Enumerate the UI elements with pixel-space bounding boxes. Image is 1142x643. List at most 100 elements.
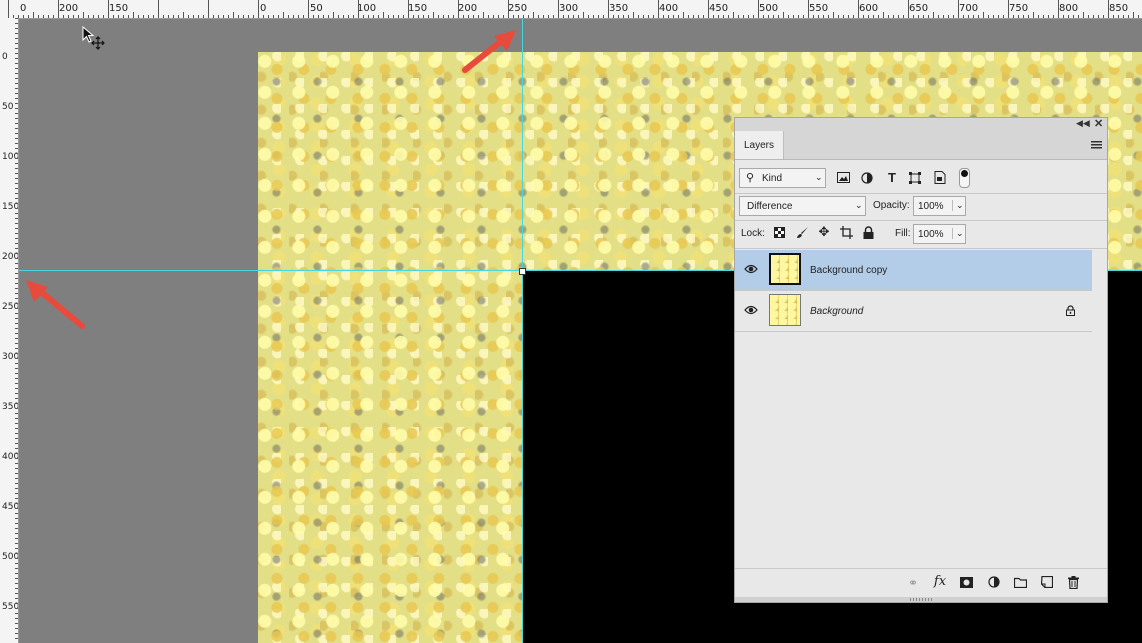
filter-kind-label: Kind [762,173,783,184]
ruler-tick [188,15,189,18]
trash-delete-layer-icon[interactable] [1068,576,1079,589]
ruler-tick [703,15,704,18]
layer-thumbnail[interactable] [769,253,801,285]
ruler-tick [15,188,18,189]
ruler-tick [15,213,18,214]
ruler-label: 700 [959,3,979,14]
new-layer-icon[interactable] [1041,576,1053,588]
add-mask-icon[interactable] [960,577,973,588]
ruler-tick [138,15,139,18]
ruler-tick [15,353,18,354]
ruler-tick [403,15,404,18]
ruler-tick [15,288,18,289]
eye-visibility-icon[interactable] [744,263,758,275]
ruler-tick [263,15,264,18]
tab-layers[interactable]: Layers [735,131,784,159]
ruler-tick [1103,15,1104,18]
adjustment-layer-icon[interactable] [988,576,1000,588]
layer-thumbnail[interactable] [769,294,801,326]
link-layers-icon[interactable]: ⚭ [905,576,921,590]
ruler-tick [113,15,114,18]
lock-transparent-pixels-icon[interactable] [774,227,785,238]
ruler-tick [963,15,964,18]
ruler-tick [15,633,18,634]
ruler-tick [15,628,18,629]
ruler-tick [673,15,674,18]
ruler-tick [1063,15,1064,18]
filter-kind-select[interactable]: ⚲ Kind ⌄ [739,168,826,188]
shape-layer-filter-icon[interactable] [909,172,921,184]
panel-menu-icon[interactable] [1091,141,1102,149]
guide-intersection-handle[interactable] [519,268,526,275]
collapse-panel-icon[interactable]: ◀◀ [1076,118,1090,129]
ruler-tick [723,15,724,18]
ruler-tick [15,268,18,269]
ruler-tick [15,378,18,379]
ruler-tick [613,15,614,18]
ruler-tick [743,15,744,18]
lock-artboard-icon[interactable] [840,226,853,239]
close-panel-icon[interactable]: ✕ [1094,117,1103,130]
ruler-tick [163,15,164,18]
blend-mode-select[interactable]: Difference ⌄ [739,196,866,216]
ruler-tick [228,15,229,18]
chevron-down-icon[interactable]: ⌄ [952,200,964,211]
ruler-tick [328,15,329,18]
layer-name[interactable]: Background copy [810,265,887,276]
ruler-tick [15,18,18,19]
ruler-tick [15,573,18,574]
ruler-tick [1108,0,1109,18]
lock-all-icon[interactable] [863,226,874,239]
ruler-tick [15,578,18,579]
ruler-tick [443,15,444,18]
new-group-folder-icon[interactable] [1014,577,1027,588]
ruler-tick [318,15,319,18]
ruler-tick [248,15,249,18]
document-image-left[interactable] [258,271,523,643]
ruler-tick [488,15,489,18]
adjustment-layer-filter-icon[interactable] [861,172,873,184]
ruler-tick [483,12,484,18]
ruler-tick [973,15,974,18]
lock-image-pixels-brush-icon[interactable] [796,226,809,239]
ruler-tick [1003,15,1004,18]
red-arrow-left-icon [26,280,85,329]
panel-titlebar[interactable]: ◀◀ ✕ [735,118,1107,131]
ruler-tick [693,15,694,18]
fill-field[interactable]: 100% ⌄ [913,224,966,244]
ruler-tick [828,15,829,18]
ruler-tick [15,553,18,554]
ruler-tick [15,428,18,429]
ruler-label: 550 [809,3,829,14]
ruler-tick [683,12,684,18]
eye-visibility-icon[interactable] [744,304,758,316]
ruler-tick [848,15,849,18]
ruler-tick [813,15,814,18]
vertical-ruler[interactable]: 0 50 100 150 200 250 300 350 400 450 500… [0,18,19,643]
lock-position-move-icon[interactable]: ✥ [816,225,832,239]
ruler-tick [15,328,18,329]
vertical-guide[interactable] [522,19,523,643]
layer-row-background[interactable]: Background [735,291,1092,331]
ruler-tick [158,0,159,18]
type-layer-filter-icon[interactable]: T [884,171,900,185]
ruler-tick [1138,15,1139,18]
smart-object-filter-icon[interactable] [934,171,946,184]
ruler-tick [15,493,18,494]
fx-layer-style-icon[interactable]: fx [932,575,948,589]
chevron-down-icon[interactable]: ⌄ [952,228,964,239]
horizontal-ruler[interactable]: 0 200 150 0 50 100 150 200 250 300 350 4… [0,0,1142,19]
layer-name[interactable]: Background [810,306,863,317]
filter-toggle-switch[interactable] [959,168,970,188]
panel-resize-grip[interactable] [735,597,1107,602]
layer-row-background-copy[interactable]: Background copy [735,250,1092,290]
ruler-tick [988,15,989,18]
ruler-label: 400 [2,452,19,462]
ruler-label: 150 [408,3,428,14]
ruler-tick [448,15,449,18]
ruler-tick [593,15,594,18]
pixel-layer-filter-icon[interactable] [837,172,850,183]
ruler-tick [578,15,579,18]
opacity-field[interactable]: 100% ⌄ [913,196,966,216]
ruler-tick [518,15,519,18]
